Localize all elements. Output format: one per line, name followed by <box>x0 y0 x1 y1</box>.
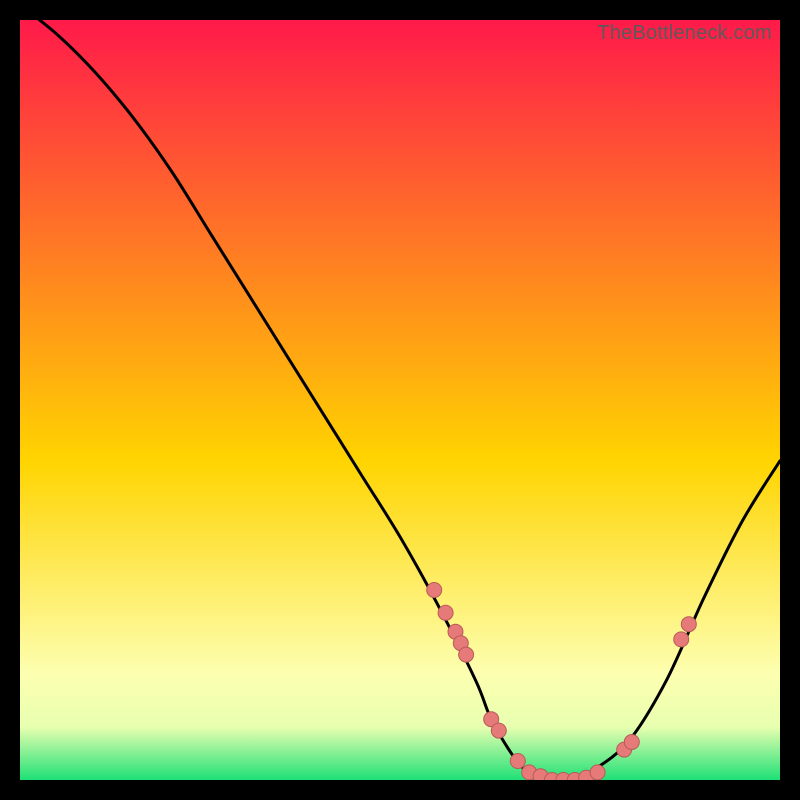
marker-dot <box>491 723 506 738</box>
marker-dot <box>510 754 525 769</box>
marker-dot <box>681 617 696 632</box>
marker-dot <box>674 632 689 647</box>
watermark-text: TheBottleneck.com <box>597 22 772 45</box>
chart-frame: TheBottleneck.com <box>20 20 780 780</box>
plot-area: TheBottleneck.com <box>20 20 780 780</box>
gradient-background <box>20 20 780 780</box>
marker-dot <box>590 765 605 780</box>
bottleneck-chart <box>20 20 780 780</box>
marker-dot <box>459 647 474 662</box>
marker-dot <box>427 583 442 598</box>
marker-dot <box>624 735 639 750</box>
marker-dot <box>438 605 453 620</box>
